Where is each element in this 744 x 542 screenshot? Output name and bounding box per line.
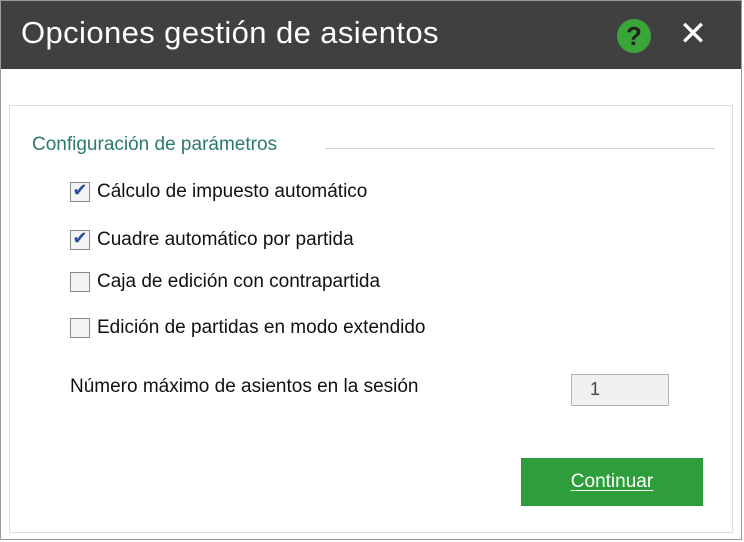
max-sessions-field[interactable]: 1 [571, 374, 669, 406]
dialog-body: Configuración de parámetros ✔ Cálculo de… [9, 105, 733, 533]
option-modo-extendido[interactable]: Edición de partidas en modo extendido [70, 316, 426, 340]
help-icon[interactable]: ? [617, 19, 651, 53]
group-title: Configuración de parámetros [32, 134, 278, 155]
max-sessions-label: Número máximo de asientos en la sesión [70, 376, 419, 397]
dialog-window: Opciones gestión de asientos ? ✕ Configu… [0, 0, 742, 540]
checkmark-icon: ✔ [72, 180, 88, 200]
close-icon[interactable]: ✕ [673, 14, 713, 54]
checkbox[interactable]: ✔ [70, 228, 90, 250]
option-impuesto-automatico[interactable]: ✔ Cálculo de impuesto automático [70, 180, 367, 204]
option-label: Cálculo de impuesto automático [97, 181, 368, 202]
option-label: Cuadre automático por partida [97, 229, 354, 250]
checkbox[interactable] [70, 318, 90, 338]
option-label: Caja de edición con contrapartida [97, 271, 381, 292]
title-bar: Opciones gestión de asientos ? ✕ [1, 1, 741, 69]
dialog-title: Opciones gestión de asientos [21, 15, 439, 50]
option-cuadre-automatico[interactable]: ✔ Cuadre automático por partida [70, 228, 354, 252]
option-caja-contrapartida[interactable]: Caja de edición con contrapartida [70, 270, 380, 294]
checkmark-icon: ✔ [72, 228, 88, 248]
group-divider [325, 148, 715, 149]
checkbox[interactable]: ✔ [70, 180, 90, 202]
checkbox[interactable] [70, 272, 90, 292]
option-label: Edición de partidas en modo extendido [97, 317, 426, 338]
continue-button[interactable]: Continuar [521, 458, 703, 506]
continue-button-label: Continuar [570, 471, 654, 492]
